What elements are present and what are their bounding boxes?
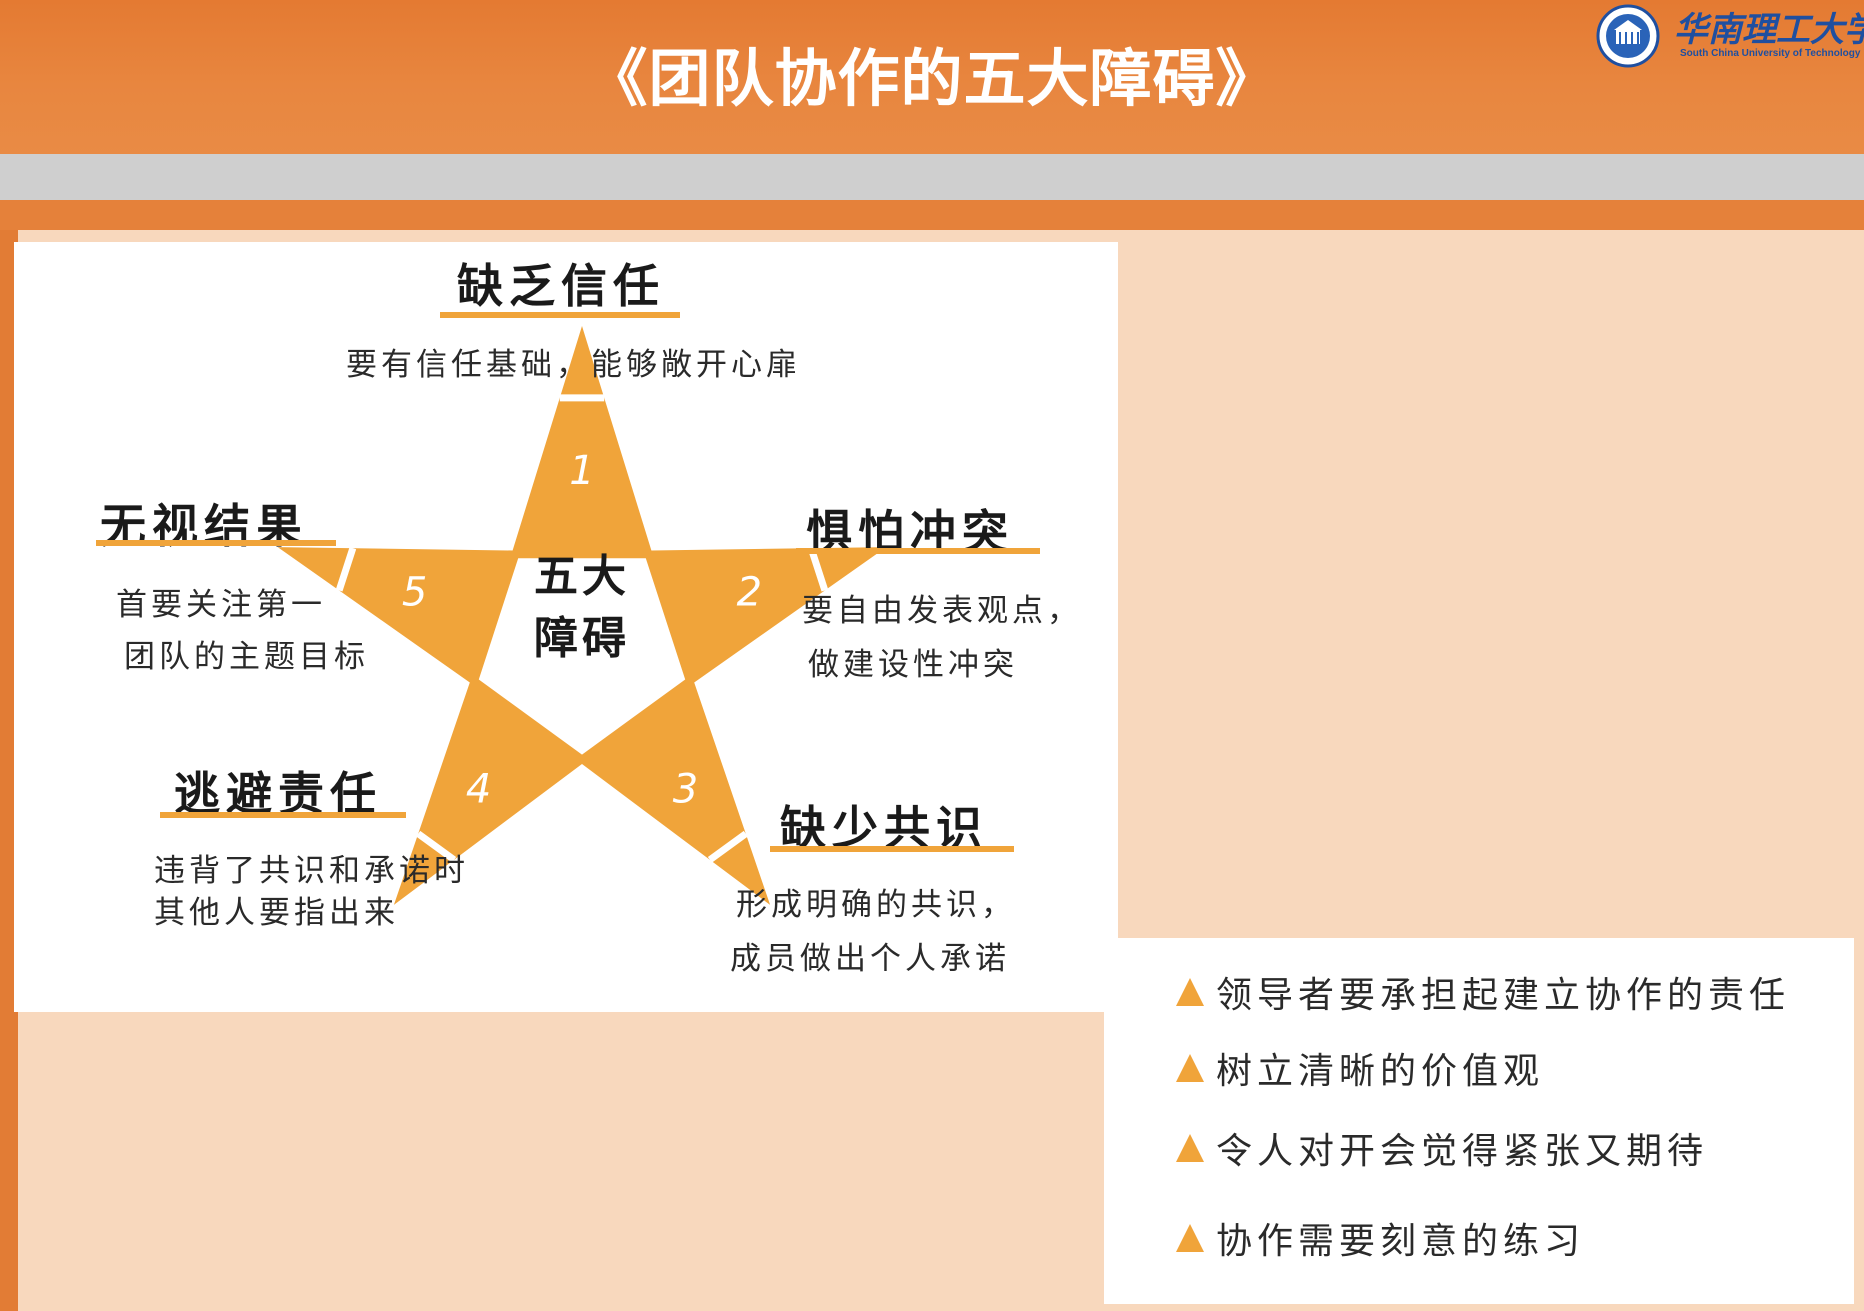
- desc-accountability-line2: 其他人要指出来: [154, 895, 399, 931]
- star-arm-number: 3: [673, 766, 698, 812]
- list-item-text: 令人对开会觉得紧张又期待: [1216, 1131, 1709, 1172]
- star-arm-number: 1: [569, 448, 594, 494]
- list-item-text: 领导者要承担起建立协作的责任: [1216, 975, 1791, 1016]
- heading-underline: [796, 548, 1040, 554]
- heading-underline: [770, 846, 1014, 852]
- desc-results-line1: 首要关注第一: [116, 587, 326, 623]
- desc-commitment-line2: 成员做出个人承诺: [730, 941, 1010, 977]
- star-arm-number: 5: [402, 570, 427, 616]
- list-item-text: 协作需要刻意的练习: [1216, 1221, 1586, 1262]
- triangle-bullet-icon: [1176, 1054, 1204, 1082]
- desc-commitment-line1: 形成明确的共识，: [736, 887, 1016, 923]
- heading-inattention-to-results: 无视结果: [100, 499, 308, 553]
- star-arm-number: 4: [466, 766, 491, 812]
- university-emblem-icon: [1596, 4, 1660, 68]
- desc-conflict-line2: 做建设性冲突: [808, 647, 1018, 683]
- star-arm-number: 2: [737, 570, 762, 616]
- desc-lack-of-trust: 要有信任基础，能够敞开心扉: [346, 347, 801, 383]
- star-center-line1: 五大: [534, 551, 630, 602]
- heading-lack-of-trust: 缺乏信任: [457, 259, 665, 313]
- five-dysfunctions-diagram: 1 2 3 4 5 缺乏信任 要有信任基础，能够敞开心扉 无视结果 首要关注第一 团队的…: [14, 242, 1118, 1012]
- desc-results-line2: 团队的主题目标: [124, 639, 369, 675]
- triangle-bullet-icon: [1176, 1224, 1204, 1252]
- list-item-text: 树立清晰的价值观: [1216, 1051, 1545, 1092]
- heading-underline: [440, 312, 680, 318]
- page-title: 《团队协作的五大障碍》: [585, 42, 1279, 115]
- key-points-list: 领导者要承担起建立协作的责任 树立清晰的价值观 令人对开会觉得紧张又期待 协作需…: [1104, 938, 1854, 1304]
- triangle-bullet-icon: [1176, 978, 1204, 1006]
- triangle-bullet-icon: [1176, 1134, 1204, 1162]
- desc-accountability-line1: 违背了共识和承诺时: [154, 853, 469, 889]
- logo-english-name: South China University of Technology: [1680, 48, 1861, 59]
- heading-underline: [96, 540, 336, 546]
- university-logo: 华南理工大学 South China University of Technol…: [1588, 0, 1864, 72]
- star-center-line2: 障碍: [534, 613, 630, 664]
- orange-divider-band: [0, 200, 1864, 230]
- logo-chinese-name: 华南理工大学: [1674, 10, 1864, 50]
- desc-conflict-line1: 要自由发表观点，: [802, 593, 1082, 629]
- heading-underline: [160, 812, 406, 818]
- grey-divider-band: [0, 154, 1864, 200]
- header-bar: 《团队协作的五大障碍》 华南理工大学 South China Universit…: [0, 0, 1864, 154]
